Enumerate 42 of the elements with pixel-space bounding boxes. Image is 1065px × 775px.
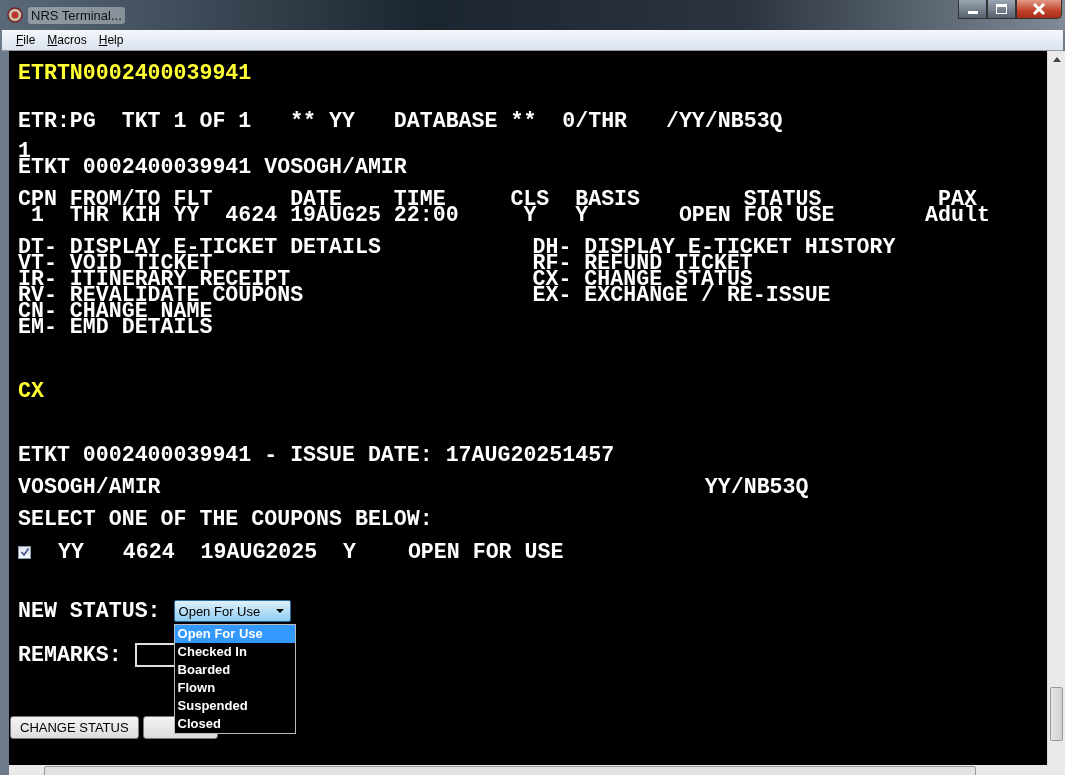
up-arrow-icon[interactable] [1052, 57, 1061, 62]
menu-item[interactable]: File [10, 33, 42, 47]
dropdown-option[interactable]: Checked In [174, 643, 295, 661]
dropdown-option[interactable]: Flown [174, 679, 295, 697]
passenger-name: VOSOGH/AMIR [18, 479, 161, 495]
command-option: RV- REVALIDATE COUPONS [18, 287, 533, 303]
vertical-scrollbar[interactable] [1047, 51, 1065, 765]
command-option: IR- ITINERARY RECEIPT [18, 271, 533, 287]
close-button[interactable] [1016, 0, 1062, 19]
terminal-line: ETKT 0002400039941 - ISSUE DATE: 17AUG20251457 [18, 447, 616, 463]
field-label: REMARKS: [18, 647, 122, 663]
command-option: DT- DISPLAY E-TICKET DETAILS [18, 239, 533, 255]
coupon-text: YY 4624 19AUG2025 Y OPEN FOR USE [58, 544, 564, 560]
table-row-text: 1 THR KIH YY 4624 19AUG25 22:00 Y Y OPEN FOR USE Adult [30, 207, 991, 223]
menu-item[interactable]: Help [92, 33, 130, 47]
command-option: RF- REFUND TICKET [532, 255, 1047, 271]
window-title: NRS Terminal... [28, 6, 125, 24]
dropdown-option[interactable]: Closed [174, 715, 295, 733]
field-label: NEW STATUS: [18, 603, 161, 619]
scrollbar-thumb[interactable] [1050, 687, 1063, 741]
menu-item[interactable]: Macros [41, 33, 93, 47]
command-option: EM- EMD DETAILS [18, 319, 533, 335]
horizontal-scrollbar[interactable] [9, 765, 1065, 775]
command-line: CX [18, 383, 45, 399]
terminal-line: 1 [18, 143, 32, 159]
maximize-button[interactable] [987, 0, 1016, 19]
terminal-line: ETKT 0002400039941 VOSOGH/AMIR [18, 159, 408, 175]
caret-icon [275, 609, 284, 613]
command-line: ETRTN0002400039941 [18, 65, 253, 81]
dropdown-option[interactable]: Suspended [174, 697, 295, 715]
app-icon [7, 7, 23, 23]
dropdown-option[interactable]: Boarded [174, 661, 295, 679]
minimize-button[interactable] [958, 0, 987, 19]
status-dropdown[interactable]: Open For Use [173, 600, 291, 622]
close-icon [1032, 3, 1046, 15]
command-option: CN- CHANGE NAME [18, 303, 533, 319]
change-status-button[interactable]: CHANGE STATUS [10, 716, 139, 739]
checkbox[interactable] [18, 545, 31, 559]
command-option: VT- VOID TICKET [18, 255, 533, 271]
command-option: DH- DISPLAY E-TICKET HISTORY [532, 239, 1047, 255]
prompt-text: SELECT ONE OF THE COUPONS BELOW: [18, 511, 434, 527]
command-option: EX- EXCHANGE / RE-ISSUE [532, 287, 1047, 303]
